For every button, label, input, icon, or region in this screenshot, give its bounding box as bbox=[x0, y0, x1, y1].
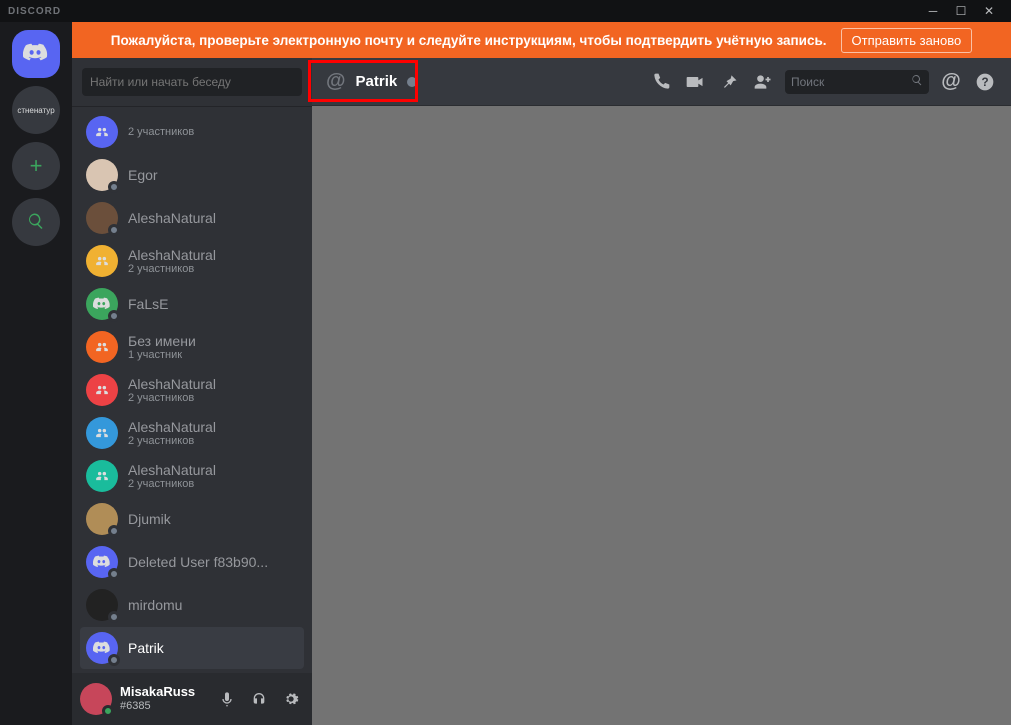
avatar bbox=[86, 374, 118, 406]
user-panel: MisakaRuss #6385 bbox=[72, 673, 312, 725]
dm-name: Deleted User f83b90... bbox=[128, 554, 268, 570]
status-offline-icon bbox=[108, 611, 120, 623]
user-settings-button[interactable] bbox=[278, 686, 304, 712]
deafen-button[interactable] bbox=[246, 686, 272, 712]
start-video-call-button[interactable] bbox=[683, 70, 707, 94]
avatar bbox=[86, 202, 118, 234]
status-offline-icon bbox=[108, 654, 120, 666]
home-button[interactable] bbox=[12, 30, 60, 78]
explore-servers-button[interactable] bbox=[12, 198, 60, 246]
dm-item[interactable]: Без имени bbox=[80, 670, 304, 673]
server-button[interactable]: стненатур bbox=[12, 86, 60, 134]
status-offline-icon bbox=[108, 310, 120, 322]
dm-name: AleshaNatural bbox=[128, 247, 216, 263]
add-server-button[interactable]: + bbox=[12, 142, 60, 190]
server-abbrev: стненатур bbox=[17, 106, 54, 115]
status-offline-icon bbox=[108, 181, 120, 193]
dm-item[interactable]: AleshaNatural2 участников bbox=[80, 369, 304, 411]
dm-name: Patrik bbox=[128, 640, 164, 656]
find-conversation-input[interactable] bbox=[82, 68, 302, 96]
avatar bbox=[86, 460, 118, 492]
dm-item[interactable]: Deleted User f83b90... bbox=[80, 541, 304, 583]
search-placeholder: Поиск bbox=[791, 75, 824, 89]
dm-subtitle: 2 участников bbox=[128, 435, 216, 447]
resend-email-button[interactable]: Отправить заново bbox=[841, 28, 973, 53]
dm-name: Egor bbox=[128, 167, 158, 183]
dm-name: mirdomu bbox=[128, 597, 182, 613]
dm-item[interactable]: Egor bbox=[80, 154, 304, 196]
magnifier-icon bbox=[27, 212, 45, 233]
dm-name: Без имени bbox=[128, 333, 196, 349]
dm-item[interactable]: AleshaNatural2 участников bbox=[80, 240, 304, 282]
status-offline-icon bbox=[108, 568, 120, 580]
status-online-icon bbox=[102, 705, 114, 717]
verify-email-banner: Пожалуйста, проверьте электронную почту … bbox=[72, 22, 1011, 58]
plus-icon: + bbox=[30, 153, 43, 179]
avatar bbox=[86, 288, 118, 320]
self-avatar[interactable] bbox=[80, 683, 112, 715]
dm-item[interactable]: AleshaNatural2 участников bbox=[80, 412, 304, 454]
dm-list[interactable]: 2 участниковEgorAleshaNaturalAleshaNatur… bbox=[72, 107, 312, 673]
dm-name: FaLsE bbox=[128, 296, 168, 312]
chat-messages-pane[interactable] bbox=[312, 106, 1011, 725]
dm-item[interactable]: Без имени1 участник bbox=[80, 326, 304, 368]
dm-item[interactable]: AleshaNatural bbox=[80, 197, 304, 239]
dm-item[interactable]: Patrik bbox=[80, 627, 304, 669]
chat-area: @ Patrik Поиск @ ? bbox=[312, 58, 1011, 725]
window-maximize-button[interactable]: ☐ bbox=[947, 0, 975, 22]
avatar bbox=[86, 503, 118, 535]
dm-item[interactable]: 2 участников bbox=[80, 111, 304, 153]
avatar bbox=[86, 245, 118, 277]
avatar bbox=[86, 417, 118, 449]
status-offline-icon bbox=[108, 525, 120, 537]
banner-text: Пожалуйста, проверьте электронную почту … bbox=[111, 33, 827, 48]
window-close-button[interactable]: ✕ bbox=[975, 0, 1003, 22]
dm-subtitle: 2 участников bbox=[128, 392, 216, 404]
pinned-messages-button[interactable] bbox=[717, 70, 741, 94]
search-icon bbox=[911, 74, 923, 89]
svg-text:?: ? bbox=[981, 76, 988, 89]
mentions-button[interactable]: @ bbox=[939, 70, 963, 94]
app-name: DISCORD bbox=[8, 6, 61, 17]
dm-name: Djumik bbox=[128, 511, 171, 527]
dm-name: AleshaNatural bbox=[128, 419, 216, 435]
dm-subtitle: 2 участников bbox=[128, 263, 216, 275]
discord-logo-icon bbox=[23, 43, 49, 66]
help-button[interactable]: ? bbox=[973, 70, 997, 94]
chat-header: @ Patrik Поиск @ ? bbox=[312, 58, 1011, 106]
avatar bbox=[86, 331, 118, 363]
dm-name: AleshaNatural bbox=[128, 376, 216, 392]
start-voice-call-button[interactable] bbox=[649, 70, 673, 94]
dm-item[interactable]: FaLsE bbox=[80, 283, 304, 325]
status-offline-icon bbox=[407, 77, 417, 87]
avatar bbox=[86, 632, 118, 664]
avatar bbox=[86, 159, 118, 191]
self-username: MisakaRuss bbox=[120, 685, 195, 699]
dm-sidebar: 2 участниковEgorAleshaNaturalAleshaNatur… bbox=[72, 58, 312, 725]
dm-item[interactable]: mirdomu bbox=[80, 584, 304, 626]
window-titlebar: DISCORD ─ ☐ ✕ bbox=[0, 0, 1011, 22]
dm-name: AleshaNatural bbox=[128, 462, 216, 478]
chat-title: Patrik bbox=[356, 73, 398, 90]
dm-item[interactable]: Djumik bbox=[80, 498, 304, 540]
avatar bbox=[86, 546, 118, 578]
avatar bbox=[86, 589, 118, 621]
status-offline-icon bbox=[108, 224, 120, 236]
at-icon: @ bbox=[326, 70, 346, 93]
mute-button[interactable] bbox=[214, 686, 240, 712]
avatar bbox=[86, 116, 118, 148]
dm-item[interactable]: AleshaNatural2 участников bbox=[80, 455, 304, 497]
dm-subtitle: 2 участников bbox=[128, 478, 216, 490]
add-friends-button[interactable] bbox=[751, 70, 775, 94]
dm-name: AleshaNatural bbox=[128, 210, 216, 226]
search-input[interactable]: Поиск bbox=[785, 70, 929, 94]
window-minimize-button[interactable]: ─ bbox=[919, 0, 947, 22]
dm-subtitle: 2 участников bbox=[128, 126, 194, 138]
self-tag: #6385 bbox=[120, 699, 195, 713]
guild-rail: стненатур + bbox=[0, 22, 72, 725]
dm-subtitle: 1 участник bbox=[128, 349, 196, 361]
